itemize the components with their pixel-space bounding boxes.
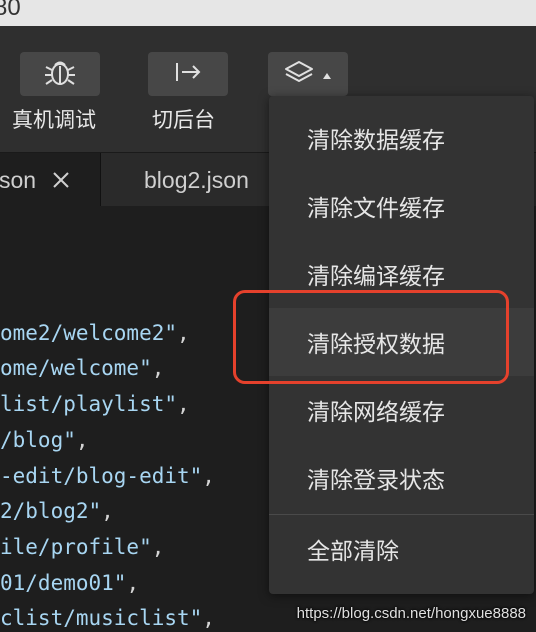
code-line: /blog", xyxy=(0,428,89,452)
watermark: https://blog.csdn.net/hongxue8888 xyxy=(296,605,526,622)
background-label: 切后台 xyxy=(152,108,215,132)
real-device-debug-button[interactable] xyxy=(20,52,100,96)
title-bar: 80 xyxy=(0,0,536,26)
clear-cache-dropdown-button[interactable] xyxy=(268,52,348,96)
title-text: 80 xyxy=(0,0,21,21)
tab-divider xyxy=(100,153,101,207)
menu-item-clear-all[interactable]: 全部清除 xyxy=(269,515,534,583)
annotation-highlight-box xyxy=(233,290,509,384)
code-line: -edit/blog-edit", xyxy=(0,464,215,488)
code-line: list/playlist", xyxy=(0,392,190,416)
menu-item-clear-login-state[interactable]: 清除登录状态 xyxy=(269,444,534,512)
tab-label: blog2.json xyxy=(144,166,249,193)
menu-item-clear-network-cache[interactable]: 清除网络缓存 xyxy=(269,376,534,444)
caret-up-icon xyxy=(322,65,332,84)
code-line: ome/welcome", xyxy=(0,356,165,380)
code-line: 2/blog2", xyxy=(0,499,114,523)
layers-icon xyxy=(284,59,314,89)
tab-json-file[interactable]: son xyxy=(0,153,100,207)
menu-item-clear-data-cache[interactable]: 清除数据缓存 xyxy=(269,104,534,172)
app-window: 80 真机调试 切后台 son blog2.json ome2/welcome2… xyxy=(0,0,536,632)
real-device-debug-label: 真机调试 xyxy=(12,108,96,132)
menu-item-clear-file-cache[interactable]: 清除文件缓存 xyxy=(269,172,534,240)
bug-icon xyxy=(43,57,77,91)
code-line: 01/demo01", xyxy=(0,571,140,595)
code-line: ile/profile", xyxy=(0,535,165,559)
tab-blog2-json[interactable]: blog2.json xyxy=(144,153,274,207)
background-button[interactable] xyxy=(148,52,228,96)
code-line: ome2/welcome2", xyxy=(0,321,190,345)
code-line: clist/musiclist", xyxy=(0,606,215,630)
tab-label: son xyxy=(0,166,37,193)
close-icon[interactable] xyxy=(52,171,70,189)
export-arrow-icon xyxy=(173,60,203,88)
